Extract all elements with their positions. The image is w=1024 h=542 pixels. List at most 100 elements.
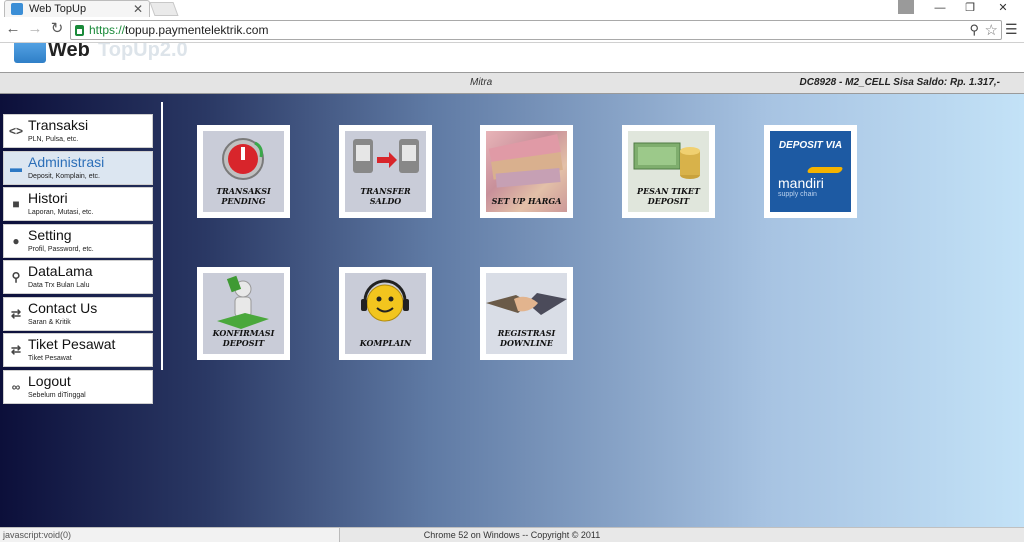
sidebar-item-label: Contact Us (28, 299, 98, 316)
zoom-icon[interactable]: ⚲ (969, 22, 979, 38)
exchange-icon: ⇄ (10, 343, 22, 357)
browser-tab[interactable]: Web TopUp ✕ (4, 0, 150, 17)
lock-icon (75, 24, 84, 36)
sidebar-item-datalama[interactable]: ⚲ DataLama Data Trx Bulan Lalu (3, 260, 153, 294)
page-content: Web TopUp2.0 Mitra DC8928 - M2_CELL Sisa… (0, 43, 1024, 527)
url-input[interactable]: https://topup.paymentelektrik.com ⚲ ☆ (70, 20, 1002, 40)
sidebar-item-sublabel: PLN, Pulsa, etc. (28, 136, 79, 143)
book-icon: ■ (12, 197, 20, 211)
person-money-icon (217, 275, 269, 329)
tile-caption: TRANSFER SALDO (360, 186, 411, 206)
tile-konfirmasi-deposit[interactable]: KONFIRMASI DEPOSIT (197, 267, 290, 360)
sidebar-item-sublabel: Laporan, Mutasi, etc. (28, 209, 94, 216)
sidebar-item-tiket-pesawat[interactable]: ⇄ Tiket Pesawat Tiket Pesawat (3, 333, 153, 367)
info-bar: Mitra DC8928 - M2_CELL Sisa Saldo: Rp. 1… (0, 72, 1024, 94)
tile-caption: PESAN TIKET DEPOSIT (637, 186, 700, 206)
tile-caption: REGISTRASI DOWNLINE (497, 328, 556, 348)
logo-area: Web TopUp2.0 (0, 43, 1024, 71)
headset-smiley-icon (361, 279, 409, 322)
sidebar-item-sublabel: Tiket Pesawat (28, 355, 72, 362)
status-bar: javascript:void(0) Chrome 52 on Windows … (0, 527, 1024, 542)
mandiri-subtitle: supply chain (778, 191, 817, 198)
sidebar-item-label: DataLama (28, 263, 93, 279)
new-tab-button[interactable] (149, 2, 179, 16)
power-button-icon (222, 138, 264, 180)
code-icon: <> (9, 124, 24, 138)
window-close-icon[interactable]: ✕ (988, 0, 1018, 17)
logo-subtext: TopUp2.0 (98, 43, 188, 61)
sidebar-item-label: Logout (28, 372, 71, 389)
address-toolbar: ← → ↻ https://topup.paymentelektrik.com … (0, 17, 1024, 43)
tile-image: SET UP HARGA (486, 131, 567, 212)
logo-text: Web (48, 43, 90, 61)
sidebar-item-sublabel: Sebelum diTinggal (28, 391, 86, 399)
sidebar-item-sublabel: Saran & Kritik (28, 318, 71, 326)
mandiri-brand: mandiri (778, 175, 824, 191)
tile-caption: KOMPLAIN (359, 338, 412, 348)
status-url: javascript:void(0) (0, 528, 340, 542)
sidebar-item-histori[interactable]: ■ Histori Laporan, Mutasi, etc. (3, 187, 153, 221)
back-icon[interactable]: ← (4, 20, 22, 38)
user-icon: ● (12, 233, 20, 248)
tile-set-up-harga[interactable]: SET UP HARGA (480, 125, 573, 218)
url-scheme: https:// (89, 23, 126, 37)
search-icon: ⚲ (11, 270, 21, 284)
favicon-icon (11, 3, 23, 15)
tile-caption: TRANSAKSI PENDING (216, 186, 271, 206)
money-icon (488, 134, 563, 188)
tile-transfer-saldo[interactable]: TRANSFER SALDO (339, 125, 432, 218)
reload-icon[interactable]: ↻ (48, 20, 66, 38)
sidebar-item-sublabel: Profil, Password, etc. (28, 245, 94, 253)
tile-image: DEPOSIT VIA mandiri supply chain (770, 131, 851, 212)
sidebar-item-sublabel: Deposit, Komplain, etc. (28, 172, 100, 180)
profile-icon[interactable] (898, 0, 914, 14)
sidebar-item-setting[interactable]: ● Setting Profil, Password, etc. (3, 223, 153, 258)
bookmark-star-icon[interactable]: ☆ (985, 21, 998, 39)
sidebar-item-label: Transaksi (28, 117, 89, 133)
mandiri-logo-icon (806, 167, 844, 173)
phone-transfer-icon (353, 139, 419, 173)
sidebar-item-contact-us[interactable]: ⇄ Contact Us Saran & Kritik (3, 296, 153, 331)
forward-icon[interactable]: → (26, 20, 44, 38)
cash-coins-icon (633, 142, 700, 179)
sidebar-item-sublabel: Data Trx Bulan Lalu (28, 282, 90, 289)
tile-registrasi-downline[interactable]: REGISTRASI DOWNLINE (480, 267, 573, 360)
handshake-icon (486, 293, 567, 315)
minimize-icon[interactable]: — (925, 0, 955, 17)
browser-tab-bar: Web TopUp ✕ — ❐ ✕ (0, 0, 1024, 17)
tile-image: KOMPLAIN (345, 273, 426, 354)
tile-komplain[interactable]: KOMPLAIN (339, 267, 432, 360)
tile-deposit-via-mandiri[interactable]: DEPOSIT VIA mandiri supply chain (764, 125, 857, 218)
tile-image: PESAN TIKET DEPOSIT (628, 131, 709, 212)
sidebar-item-transaksi[interactable]: <> Transaksi PLN, Pulsa, etc. (3, 114, 153, 148)
tile-pesan-tiket-deposit[interactable]: PESAN TIKET DEPOSIT (622, 125, 715, 218)
tile-transaksi-pending[interactable]: TRANSAKSI PENDING (197, 125, 290, 218)
folder-icon: ▬ (10, 160, 22, 175)
sidebar-item-label: Administrasi (28, 153, 105, 170)
sidebar: <> Transaksi PLN, Pulsa, etc. ▬ Administ… (3, 114, 153, 406)
link-icon: ∞ (11, 379, 21, 394)
tile-caption: SET UP HARGA (491, 196, 562, 206)
main-area: <> Transaksi PLN, Pulsa, etc. ▬ Administ… (0, 94, 1024, 527)
exchange-icon: ⇄ (10, 306, 22, 321)
close-tab-icon[interactable]: ✕ (133, 2, 143, 16)
sidebar-item-label: Tiket Pesawat (28, 336, 116, 352)
chrome-menu-icon[interactable]: ☰ (1005, 21, 1018, 38)
deposit-via-label: DEPOSIT VIA (778, 140, 843, 151)
sidebar-item-label: Setting (28, 226, 72, 243)
mitra-label: Mitra (470, 77, 493, 88)
tile-image: TRANSFER SALDO (345, 131, 426, 212)
tile-image: KONFIRMASI DEPOSIT (203, 273, 284, 354)
saldo-text: DC8928 - M2_CELL Sisa Saldo: Rp. 1.317,- (799, 77, 1000, 88)
url-host: topup.paymentelektrik.com (125, 23, 269, 37)
tile-image: TRANSAKSI PENDING (203, 131, 284, 212)
sidebar-divider (161, 102, 163, 370)
tile-caption: KONFIRMASI DEPOSIT (212, 328, 275, 348)
tile-image: REGISTRASI DOWNLINE (486, 273, 567, 354)
logo-chart-icon (14, 43, 46, 63)
restore-icon[interactable]: ❐ (955, 0, 985, 17)
sidebar-item-logout[interactable]: ∞ Logout Sebelum diTinggal (3, 369, 153, 404)
sidebar-item-administrasi[interactable]: ▬ Administrasi Deposit, Komplain, etc. (3, 150, 153, 185)
sidebar-item-label: Histori (28, 190, 68, 206)
tab-title: Web TopUp (29, 3, 87, 15)
